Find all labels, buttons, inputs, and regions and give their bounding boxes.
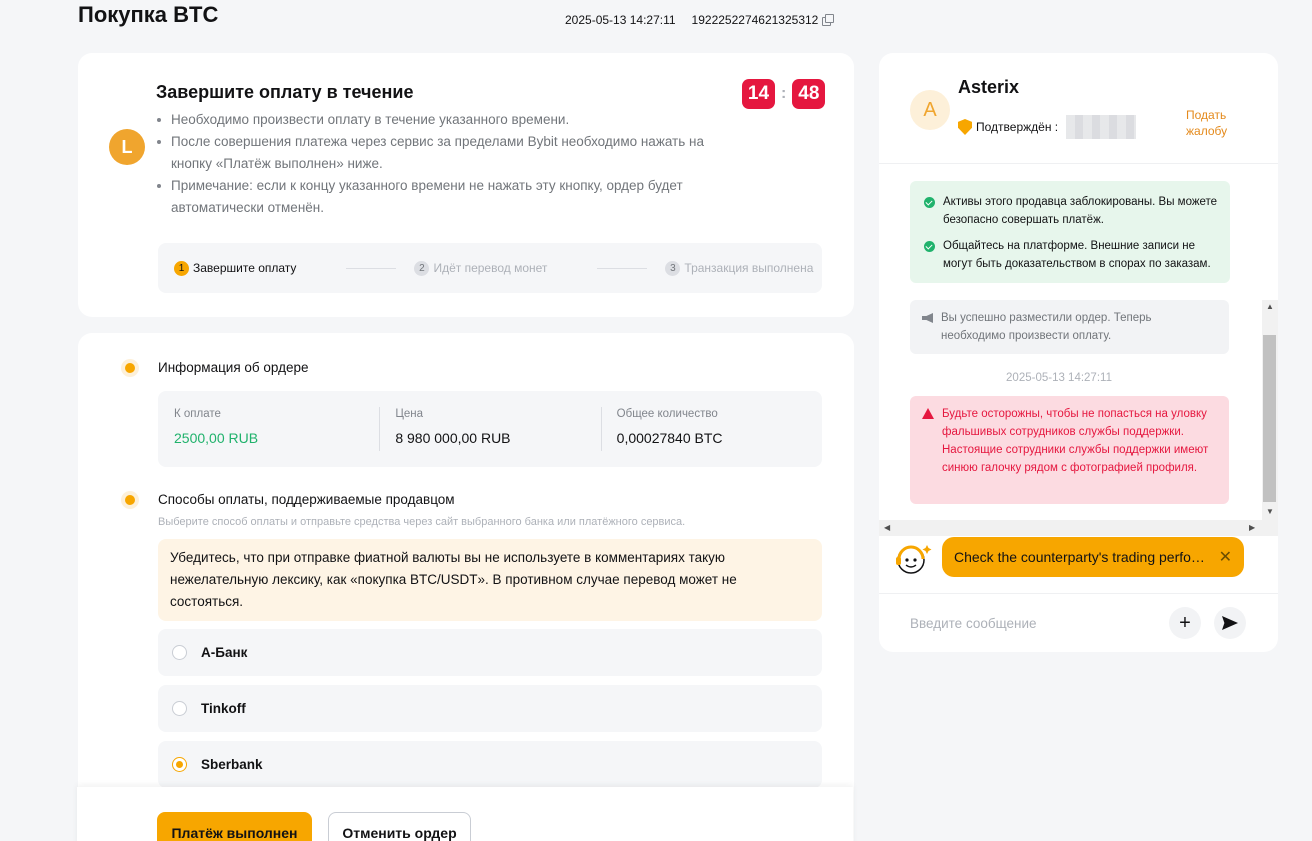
order-id-value: 1922252274621325312 bbox=[691, 13, 819, 27]
chat-panel: A Asterix Подтверждён : Подать жалобу Ак… bbox=[879, 53, 1278, 652]
countdown-timer: 14 : 48 bbox=[742, 79, 826, 109]
section-dot bbox=[125, 495, 135, 505]
order-meta: 2025-05-13 14:27:11 1922252274621325312 bbox=[565, 13, 835, 27]
scam-warning-text: Будьте осторожны, чтобы не попасться на … bbox=[942, 408, 1209, 474]
payment-option-tinkoff[interactable]: Tinkoff bbox=[158, 685, 822, 732]
step-number: 2 bbox=[414, 260, 430, 276]
safety-text: Общайтесь на платформе. Внешние записи н… bbox=[943, 240, 1211, 270]
quantity-label: Общее количество bbox=[616, 408, 718, 420]
trading-performance-tip[interactable]: Check the counterparty's trading perform… bbox=[942, 537, 1244, 577]
plus-icon: + bbox=[1179, 611, 1191, 634]
step-coin-transfer: 2 Идёт перевод монет bbox=[414, 260, 548, 276]
check-circle-icon bbox=[924, 197, 935, 208]
warning-triangle-icon bbox=[922, 408, 934, 419]
order-timestamp: 2025-05-13 14:27:11 bbox=[565, 13, 676, 27]
progress-steps: 1 Завершите оплату 2 Идёт перевод монет … bbox=[158, 243, 822, 293]
payment-notes: Необходимо произвести оплату в течение у… bbox=[156, 109, 746, 219]
price-label: Цена bbox=[395, 408, 423, 420]
fiat-warning: Убедитесь, что при отправке фиатной валю… bbox=[158, 539, 822, 621]
send-button[interactable] bbox=[1214, 607, 1246, 639]
copy-icon[interactable] bbox=[822, 14, 835, 26]
note-item: Примечание: если к концу указанного врем… bbox=[156, 175, 746, 219]
send-icon bbox=[1222, 616, 1238, 630]
price-column: Цена 8 980 000,00 RUB bbox=[379, 391, 600, 467]
step-number: 3 bbox=[665, 260, 681, 276]
timer-minutes: 14 bbox=[742, 79, 775, 109]
megaphone-icon bbox=[922, 313, 933, 323]
system-message-text: Вы успешно разместили ордер. Теперь необ… bbox=[941, 312, 1152, 342]
scam-warning: Будьте осторожны, чтобы не попасться на … bbox=[910, 396, 1229, 504]
page-title: Покупка BTC bbox=[78, 2, 219, 27]
radio-button[interactable] bbox=[172, 701, 187, 716]
step-number: 1 bbox=[174, 260, 189, 276]
safety-row: Активы этого продавца заблокированы. Вы … bbox=[924, 193, 1218, 229]
radio-button[interactable] bbox=[172, 645, 187, 660]
complain-link[interactable]: Подать жалобу bbox=[1186, 107, 1246, 139]
message-input[interactable] bbox=[910, 611, 1160, 635]
counterparty-name[interactable]: Asterix bbox=[958, 77, 1019, 98]
price-value: 8 980 000,00 RUB bbox=[395, 430, 511, 446]
radio-button-selected[interactable] bbox=[172, 757, 187, 772]
step-connector bbox=[346, 267, 397, 269]
payment-option-label: Tinkoff bbox=[201, 701, 246, 716]
note-item: После совершения платежа через сервис за… bbox=[156, 131, 746, 175]
order-id: 1922252274621325312 bbox=[691, 13, 835, 27]
payment-option-a-bank[interactable]: А-Банк bbox=[158, 629, 822, 676]
quantity-column: Общее количество 0,00027840 BTC bbox=[600, 391, 822, 467]
bot-icon bbox=[896, 545, 932, 574]
timer-separator: : bbox=[781, 85, 787, 102]
assistant-tip: Check the counterparty's trading perform… bbox=[893, 537, 1273, 593]
shield-check-icon bbox=[958, 119, 972, 135]
to-pay-value: 2500,00 RUB bbox=[174, 430, 259, 446]
close-icon[interactable]: ✕ bbox=[1206, 547, 1232, 567]
tip-text: Check the counterparty's trading perform… bbox=[954, 549, 1206, 565]
counterparty-avatar: A bbox=[910, 90, 950, 130]
safety-notice: Активы этого продавца заблокированы. Вы … bbox=[910, 181, 1230, 283]
action-bar: Платёж выполнен Отменить ордер bbox=[77, 787, 853, 841]
step-label: Завершите оплату bbox=[193, 261, 297, 275]
to-pay-column: К оплате 2500,00 RUB bbox=[158, 391, 379, 467]
to-pay-label: К оплате bbox=[174, 408, 221, 420]
deadline-heading: Завершите оплату в течение bbox=[156, 82, 414, 102]
safety-text: Активы этого продавца заблокированы. Вы … bbox=[943, 196, 1218, 226]
payment-deadline-card: L Завершите оплату в течение 14 : 48 Нео… bbox=[78, 53, 854, 317]
payment-methods-title: Способы оплаты, поддерживаемые продавцом bbox=[158, 492, 455, 507]
quantity-value: 0,00027840 BTC bbox=[616, 430, 723, 446]
check-circle-icon bbox=[924, 241, 935, 252]
verified-label: Подтверждён : bbox=[976, 120, 1059, 134]
system-message: Вы успешно разместили ордер. Теперь необ… bbox=[910, 300, 1229, 354]
step-complete-payment: 1 Завершите оплату bbox=[174, 260, 297, 276]
user-avatar: L bbox=[109, 129, 145, 165]
step-label: Идёт перевод монет bbox=[433, 261, 548, 275]
payment-option-sberbank[interactable]: Sberbank bbox=[158, 741, 822, 788]
payment-option-label: А-Банк bbox=[201, 645, 248, 660]
order-info-title: Информация об ордере bbox=[158, 360, 309, 375]
section-dot bbox=[125, 363, 135, 373]
attach-button[interactable]: + bbox=[1169, 607, 1201, 639]
step-connector bbox=[597, 267, 648, 269]
payment-methods-subtitle: Выберите способ оплаты и отправьте средс… bbox=[158, 516, 686, 528]
scroll-down-arrow[interactable]: ▼ bbox=[1266, 507, 1274, 516]
step-transaction-done: 3 Транзакция выполнена bbox=[665, 260, 814, 276]
message-timestamp: 2025-05-13 14:27:11 bbox=[1006, 372, 1112, 384]
order-info-box: К оплате 2500,00 RUB Цена 8 980 000,00 R… bbox=[158, 391, 822, 467]
payment-option-label: Sberbank bbox=[201, 757, 263, 772]
scrollbar-thumb[interactable] bbox=[1263, 335, 1276, 502]
step-label: Транзакция выполнена bbox=[684, 261, 814, 275]
cancel-order-button[interactable]: Отменить ордер bbox=[328, 812, 471, 841]
order-details-card: Информация об ордере К оплате 2500,00 RU… bbox=[78, 333, 854, 841]
safety-row: Общайтесь на платформе. Внешние записи н… bbox=[924, 237, 1218, 273]
note-item: Необходимо произвести оплату в течение у… bbox=[156, 109, 746, 131]
blurred-details bbox=[1066, 115, 1137, 139]
horizontal-scrollbar[interactable]: ◀ ▶ bbox=[879, 520, 1278, 536]
payment-done-button[interactable]: Платёж выполнен bbox=[157, 812, 312, 841]
scroll-right-arrow[interactable]: ▶ bbox=[1249, 523, 1255, 532]
divider bbox=[879, 593, 1278, 594]
scroll-left-arrow[interactable]: ◀ bbox=[884, 523, 890, 532]
scroll-up-arrow[interactable]: ▲ bbox=[1266, 302, 1274, 311]
verification-status: Подтверждён : bbox=[958, 115, 1137, 139]
timer-seconds: 48 bbox=[792, 79, 826, 109]
